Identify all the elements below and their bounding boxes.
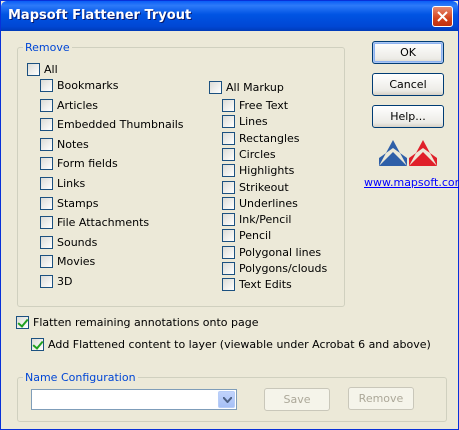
checkbox-add-layer[interactable]: Add Flattened content to layer (viewable… bbox=[31, 337, 431, 352]
checkbox-flatten[interactable]: Flatten remaining annotations onto page bbox=[16, 315, 259, 330]
checkbox-label: Sounds bbox=[57, 235, 98, 249]
dialog-window: Mapsoft Flattener Tryout Remove All Book… bbox=[0, 0, 459, 430]
checkbox-box[interactable] bbox=[222, 262, 235, 275]
checkbox-left-item-2[interactable]: Embedded Thumbnails bbox=[40, 117, 184, 132]
close-icon bbox=[437, 11, 448, 22]
checkbox-box[interactable] bbox=[40, 118, 53, 132]
checkbox-label: 3D bbox=[57, 275, 73, 288]
checkbox-left-item-9[interactable]: Movies bbox=[40, 254, 95, 269]
close-button[interactable] bbox=[432, 6, 453, 27]
checkbox-label: Lines bbox=[239, 115, 268, 129]
remove-button[interactable]: Remove bbox=[348, 387, 414, 410]
checkbox-label: Pencil bbox=[239, 229, 272, 243]
checkbox-box[interactable] bbox=[222, 245, 235, 259]
checkbox-left-item-5[interactable]: Links bbox=[40, 176, 85, 191]
help-button[interactable]: Help... bbox=[372, 105, 444, 128]
checkbox-box[interactable] bbox=[222, 164, 235, 178]
checkbox-label: Stamps bbox=[57, 196, 99, 210]
checkbox-right-item-0[interactable]: Free Text bbox=[222, 98, 288, 113]
checkbox-right-item-9[interactable]: Polygonal lines bbox=[222, 245, 321, 260]
mapsoft-logo-icon bbox=[379, 140, 437, 166]
checkbox-box[interactable] bbox=[40, 196, 53, 210]
checkbox-all-markup[interactable]: All Markup bbox=[209, 80, 284, 95]
checkbox-left-item-0[interactable]: Bookmarks bbox=[40, 78, 118, 93]
checkbox-box[interactable] bbox=[40, 275, 53, 288]
checkbox-label: Text Edits bbox=[239, 278, 292, 292]
chevron-down-icon bbox=[223, 397, 232, 403]
save-button[interactable]: Save bbox=[264, 388, 330, 411]
checkbox-box[interactable] bbox=[222, 147, 235, 161]
checkbox-box[interactable] bbox=[40, 98, 53, 112]
checkbox-box[interactable] bbox=[40, 235, 53, 249]
name-config-combo[interactable] bbox=[31, 389, 237, 410]
checkbox-box[interactable] bbox=[31, 338, 44, 351]
checkbox-left-item-8[interactable]: Sounds bbox=[40, 235, 97, 250]
checkbox-box[interactable] bbox=[27, 63, 40, 76]
checkbox-right-item-6[interactable]: Underlines bbox=[222, 196, 298, 211]
title-bar[interactable]: Mapsoft Flattener Tryout bbox=[1, 1, 458, 31]
name-config-legend: Name Configuration bbox=[23, 371, 138, 384]
checkbox-left-item-10[interactable]: 3D bbox=[40, 274, 72, 289]
checkbox-label: Free Text bbox=[239, 99, 289, 112]
checkbox-label: Movies bbox=[57, 255, 96, 269]
checkbox-label: Add Flattened content to layer (viewable… bbox=[48, 338, 431, 351]
checkbox-box[interactable] bbox=[222, 99, 235, 112]
checkbox-box[interactable] bbox=[40, 216, 53, 230]
checkbox-right-item-4[interactable]: Highlights bbox=[222, 163, 294, 178]
checkbox-right-item-11[interactable]: Text Edits bbox=[222, 277, 292, 292]
checkbox-box[interactable] bbox=[222, 131, 235, 145]
checkbox-left-item-4[interactable]: Form fields bbox=[40, 156, 118, 171]
checkbox-label: Highlights bbox=[239, 164, 295, 178]
checkbox-box[interactable] bbox=[222, 278, 235, 292]
checkbox-box[interactable] bbox=[40, 177, 53, 190]
checkbox-left-item-6[interactable]: Stamps bbox=[40, 196, 98, 211]
checkbox-label: All bbox=[44, 63, 58, 76]
checkbox-box[interactable] bbox=[209, 81, 222, 94]
checkbox-right-item-1[interactable]: Lines bbox=[222, 114, 268, 129]
checkbox-left-item-3[interactable]: Notes bbox=[40, 137, 89, 152]
checkbox-right-item-2[interactable]: Rectangles bbox=[222, 131, 300, 146]
checkbox-label: Articles bbox=[57, 98, 99, 112]
checkbox-box[interactable] bbox=[40, 255, 53, 269]
checkbox-right-item-3[interactable]: Circles bbox=[222, 147, 276, 162]
checkbox-label: Strikeout bbox=[239, 180, 289, 194]
checkbox-label: Underlines bbox=[239, 196, 298, 210]
checkbox-right-item-10[interactable]: Polygons/clouds bbox=[222, 261, 327, 276]
checkbox-label: Polygonal lines bbox=[239, 245, 322, 259]
checkbox-box[interactable] bbox=[222, 196, 235, 210]
checkbox-box[interactable] bbox=[222, 229, 235, 243]
checkbox-all[interactable]: All bbox=[27, 62, 58, 77]
checkbox-right-item-8[interactable]: Pencil bbox=[222, 228, 271, 243]
checkbox-box[interactable] bbox=[222, 180, 235, 194]
checkbox-label: Links bbox=[57, 177, 86, 190]
checkbox-label: Notes bbox=[57, 137, 89, 151]
checkbox-label: Rectangles bbox=[239, 131, 300, 145]
checkbox-label: Ink/Pencil bbox=[239, 213, 292, 227]
checkbox-box[interactable] bbox=[222, 213, 235, 227]
window-title: Mapsoft Flattener Tryout bbox=[8, 8, 192, 23]
checkbox-label: All Markup bbox=[226, 81, 284, 94]
checkbox-box[interactable] bbox=[40, 137, 53, 151]
checkbox-label: File Attachments bbox=[57, 216, 150, 230]
cancel-button[interactable]: Cancel bbox=[372, 73, 444, 96]
checkbox-label: Form fields bbox=[57, 157, 118, 171]
checkbox-left-item-7[interactable]: File Attachments bbox=[40, 215, 149, 230]
checkbox-left-item-1[interactable]: Articles bbox=[40, 98, 98, 113]
checkbox-label: Embedded Thumbnails bbox=[57, 118, 184, 132]
checkbox-box[interactable] bbox=[40, 157, 53, 171]
mapsoft-link[interactable]: www.mapsoft.com bbox=[364, 176, 459, 189]
checkbox-label: Circles bbox=[239, 147, 276, 161]
checkbox-box[interactable] bbox=[222, 115, 235, 129]
checkbox-right-item-7[interactable]: Ink/Pencil bbox=[222, 212, 291, 227]
checkbox-label: Bookmarks bbox=[57, 79, 119, 92]
ok-button[interactable]: OK bbox=[372, 41, 444, 64]
checkbox-label: Flatten remaining annotations onto page bbox=[33, 316, 259, 329]
combo-dropdown-button[interactable] bbox=[218, 391, 235, 408]
checkbox-label: Polygons/clouds bbox=[239, 262, 328, 275]
checkbox-box[interactable] bbox=[40, 79, 53, 92]
checkbox-right-item-5[interactable]: Strikeout bbox=[222, 180, 289, 195]
remove-legend: Remove bbox=[23, 41, 72, 54]
checkbox-box[interactable] bbox=[16, 316, 29, 329]
